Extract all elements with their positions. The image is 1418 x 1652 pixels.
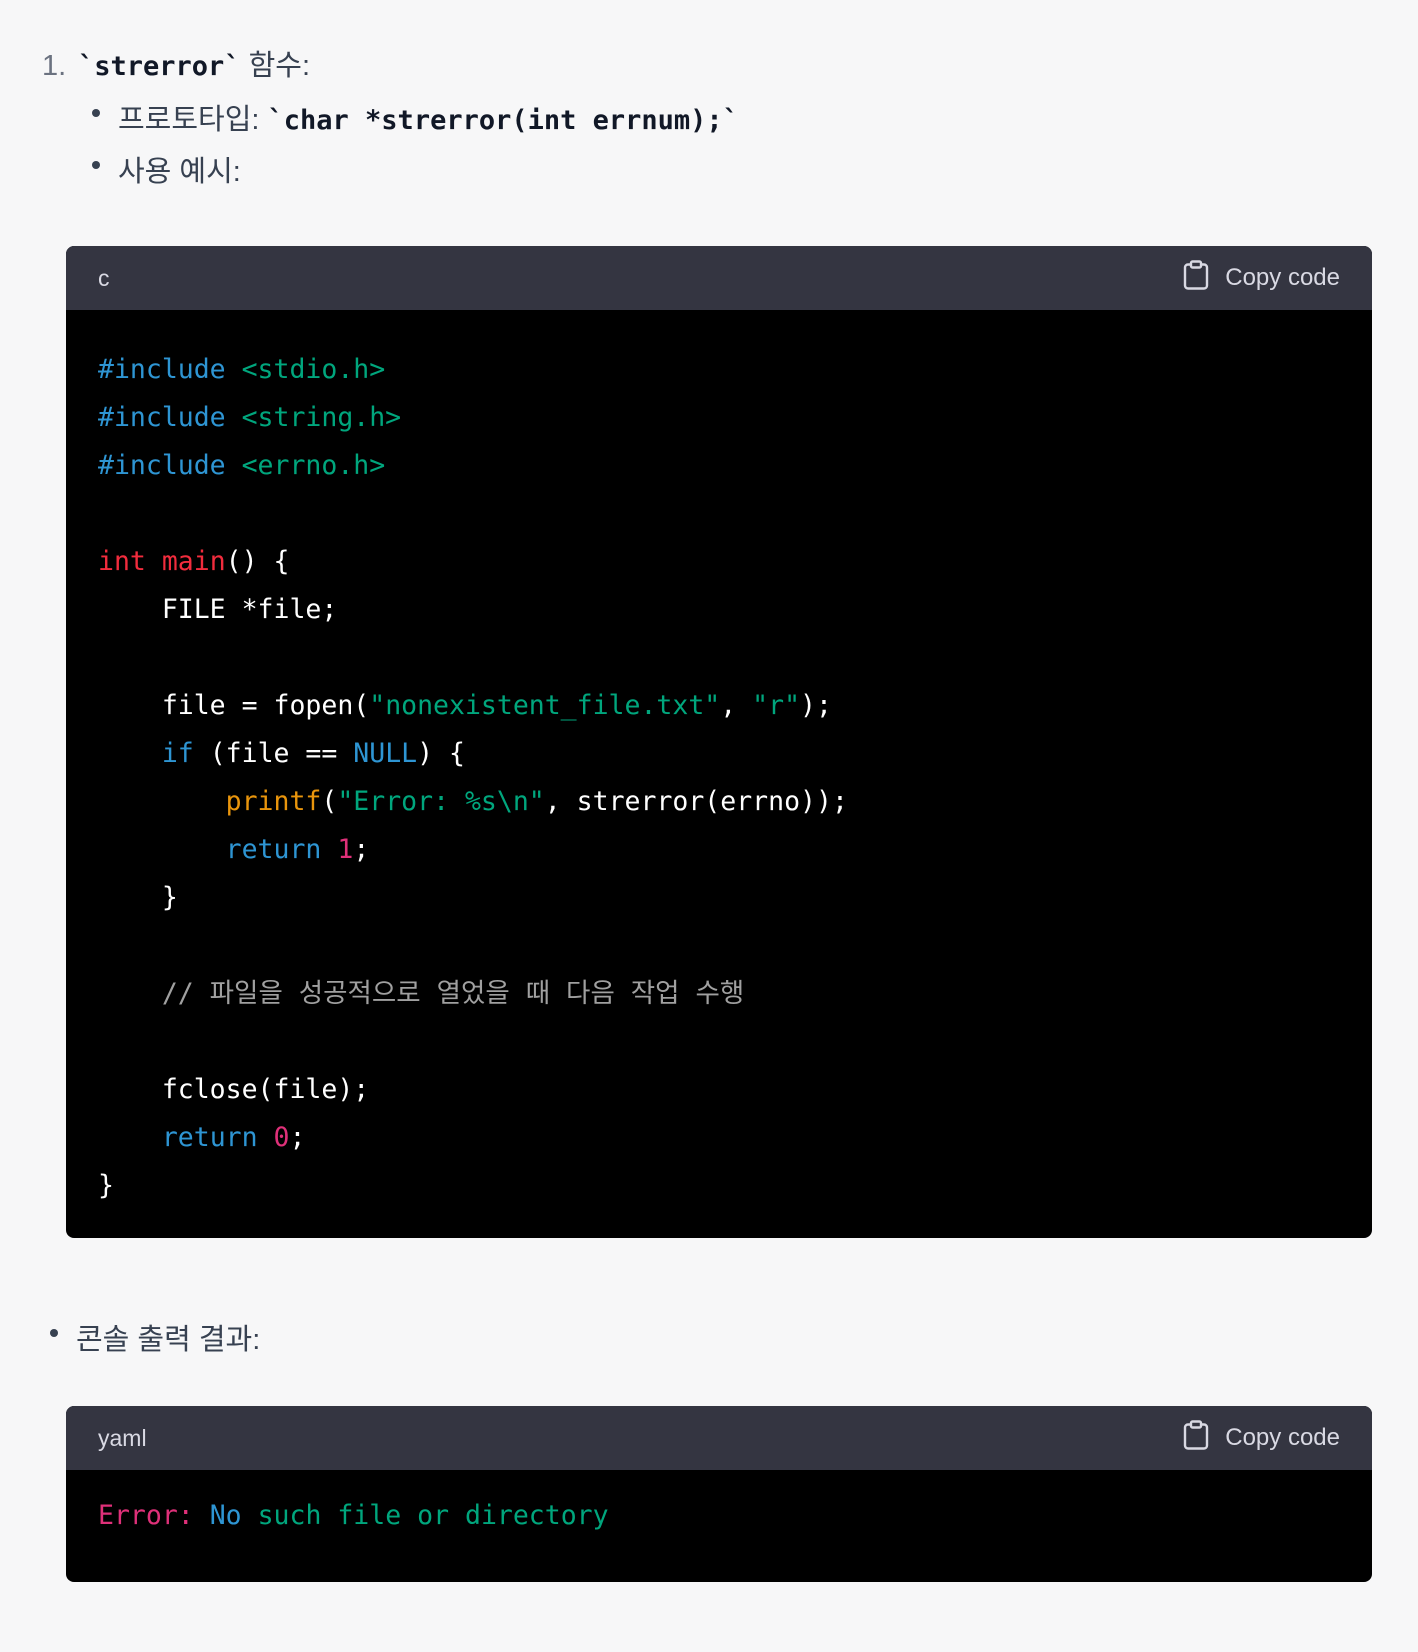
code-token: #include [98, 354, 242, 385]
bullet-dot [50, 1329, 58, 1338]
code-token: ) { [417, 738, 465, 769]
code-token: <stdio.h> [241, 354, 386, 385]
code-header: yaml Copy code [66, 1406, 1372, 1470]
bullet-console-output: 콘솔 출력 결과: [50, 1320, 260, 1360]
code-token: "r" [752, 690, 801, 721]
copy-code-button[interactable]: Copy code [1183, 1419, 1340, 1457]
code-token: , [720, 690, 753, 721]
code-line: int main() { [98, 538, 1340, 586]
code-token: No [209, 1500, 242, 1531]
code-line: // 파일을 성공적으로 열었을 때 다음 작업 수행 [98, 970, 1340, 1018]
copy-code-label: Copy code [1225, 264, 1340, 291]
code-block-c: c Copy code #include <stdio.h> #include <… [66, 246, 1372, 1238]
code-token: } [98, 882, 178, 913]
code-token: () { [225, 546, 290, 577]
code-token: #include [98, 450, 242, 481]
code-token: #include [98, 402, 242, 433]
code-line: return 1; [98, 826, 1340, 874]
code-line: file = fopen("nonexistent_file.txt", "r"… [98, 682, 1340, 730]
bullet-dot [92, 109, 100, 118]
clipboard-icon [1183, 259, 1225, 297]
code-token: // 파일을 성공적으로 열었을 때 다음 작업 수행 [98, 978, 745, 1009]
bullet-prototype: 프로토타입: `char *strerror(int errnum);` [92, 100, 739, 141]
code-line: #include <stdio.h> [98, 346, 1340, 394]
code-header: c Copy code [66, 246, 1372, 310]
copy-code-label: Copy code [1225, 1424, 1340, 1451]
code-body: Error: No such file or directory [66, 1470, 1372, 1570]
code-token: , strerror(errno)); [544, 786, 848, 817]
code-token: ); [800, 690, 832, 721]
usage-label: 사용 예시: [118, 156, 241, 188]
code-token: Error: [98, 1500, 194, 1531]
code-token: int [98, 546, 162, 577]
code-token: return [161, 1122, 258, 1153]
code-line: return 0; [98, 1114, 1340, 1162]
code-token: ( [321, 786, 338, 817]
code-token: if [161, 738, 194, 769]
code-token: "nonexistent_file.txt" [369, 690, 721, 721]
code-token: fclose(file); [98, 1074, 370, 1105]
code-line: #include <string.h> [98, 394, 1340, 442]
prototype-code: `char *strerror(int errnum);` [267, 105, 739, 136]
prototype-label: 프로토타입: [118, 104, 268, 136]
code-line: #include <errno.h> [98, 442, 1340, 490]
code-token: ; [353, 834, 370, 865]
code-token: "Error: %s\n" [337, 786, 545, 817]
code-token: } [98, 1170, 114, 1201]
console-label: 콘솔 출력 결과: [76, 1324, 261, 1356]
code-body: #include <stdio.h> #include <string.h> #in… [66, 310, 1372, 1238]
copy-code-button[interactable]: Copy code [1183, 259, 1340, 297]
code-line: if (file == NULL) { [98, 730, 1340, 778]
code-token: file = fopen( [98, 690, 370, 721]
code-language-label: c [98, 264, 110, 291]
code-token: NULL [353, 738, 418, 769]
bullet-usage: 사용 예시: [92, 152, 241, 192]
code-token: ; [289, 1122, 306, 1153]
code-token: main [161, 546, 226, 577]
clipboard-icon [1183, 1419, 1225, 1457]
code-line: Error: No such file or directory [98, 1492, 1340, 1540]
bullet-dot [92, 161, 100, 170]
function-name-code: `strerror` [78, 51, 241, 82]
code-token: (file == [193, 738, 354, 769]
code-token: printf [225, 786, 322, 817]
code-token: FILE *file; [98, 594, 338, 625]
code-token: <errno.h> [241, 450, 386, 481]
code-line: } [98, 1162, 1340, 1210]
code-token: return [225, 834, 322, 865]
function-suffix: 함수: [240, 50, 311, 82]
code-token: 0 [273, 1122, 290, 1153]
code-line: } [98, 874, 1340, 922]
code-language-label: yaml [98, 1424, 147, 1451]
code-token: <string.h> [241, 402, 402, 433]
code-token: such file or directory [241, 1500, 609, 1531]
code-line: FILE *file; [98, 586, 1340, 634]
code-block-yaml: yaml Copy code Error: No such file or di… [66, 1406, 1372, 1582]
list-number: 1. [42, 50, 67, 82]
numbered-item-strerror: 1. `strerror` 함수: [42, 46, 310, 87]
code-line: fclose(file); [98, 1066, 1340, 1114]
code-token: 1 [337, 834, 354, 865]
code-line: printf("Error: %s\n", strerror(errno)); [98, 778, 1340, 826]
